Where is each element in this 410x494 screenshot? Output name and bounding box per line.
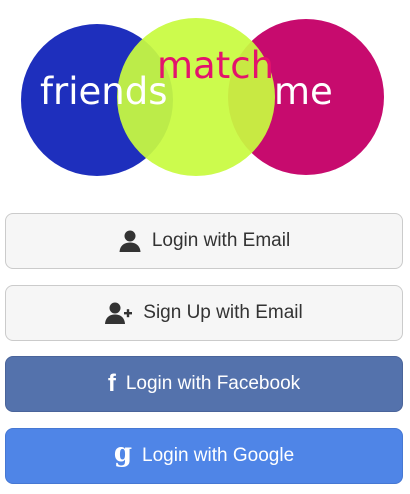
user-plus-icon	[105, 301, 133, 325]
logo-graphic: friends match me	[21, 18, 384, 176]
login-with-google-label: Login with Google	[142, 445, 295, 466]
sign-up-with-email-label: Sign Up with Email	[143, 302, 303, 323]
logo-word-center: match	[157, 44, 274, 87]
login-with-email-label: Login with Email	[151, 230, 291, 251]
login-with-email-button[interactable]: Login with Email	[5, 213, 403, 269]
sign-up-with-email-button[interactable]: Sign Up with Email	[5, 285, 403, 341]
login-with-facebook-button[interactable]: f Login with Facebook	[5, 356, 403, 412]
logo-word-right: me	[274, 70, 333, 113]
logo-word-left: friends	[40, 70, 168, 113]
facebook-icon: f	[107, 370, 116, 397]
google-icon: g	[113, 438, 133, 468]
login-with-facebook-label: Login with Facebook	[125, 373, 301, 394]
login-with-google-button[interactable]: g Login with Google	[5, 428, 403, 484]
app-logo: friends match me	[0, 0, 410, 190]
user-icon	[118, 229, 142, 253]
